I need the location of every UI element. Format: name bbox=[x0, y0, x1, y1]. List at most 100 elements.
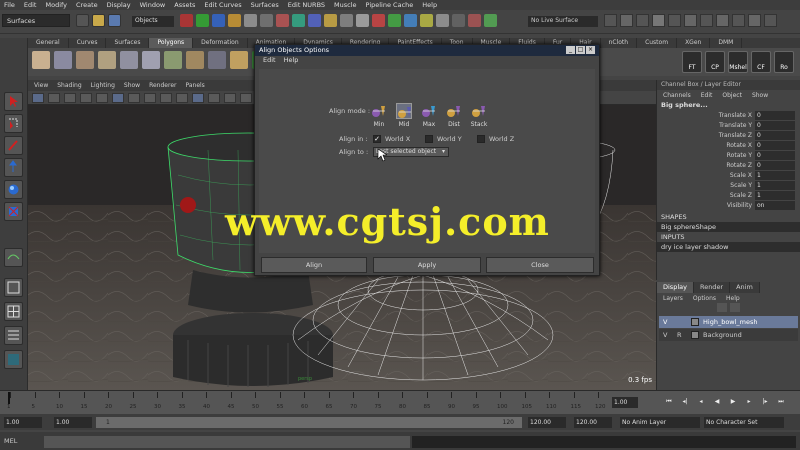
playback-end-field[interactable]: 120.00 bbox=[528, 417, 566, 428]
shelf-custom-ft-icon[interactable]: FT bbox=[682, 51, 702, 73]
viewport-tool-icon[interactable] bbox=[80, 93, 92, 103]
menu-create[interactable]: Create bbox=[76, 1, 98, 9]
viewport-tool-icon[interactable] bbox=[64, 93, 76, 103]
align-stack-icon[interactable] bbox=[471, 103, 487, 119]
align-mid-icon[interactable] bbox=[396, 103, 412, 119]
channel-row[interactable]: Rotate Y0 bbox=[657, 150, 800, 160]
shelf-tab-general[interactable]: General bbox=[28, 38, 69, 48]
viewport-tool-icon[interactable] bbox=[48, 93, 60, 103]
menu-display[interactable]: Display bbox=[107, 1, 131, 9]
channel-value[interactable]: 0 bbox=[755, 120, 795, 130]
axis-checkbox-world-y[interactable] bbox=[425, 135, 433, 143]
channel-value[interactable]: on bbox=[755, 200, 795, 210]
channel-row[interactable]: Rotate Z0 bbox=[657, 160, 800, 170]
select-tool-icon[interactable] bbox=[4, 92, 23, 111]
shelf-poly-tool-icon[interactable] bbox=[142, 51, 160, 69]
current-time-marker[interactable] bbox=[8, 392, 10, 404]
viewport-menu-view[interactable]: View bbox=[34, 82, 48, 89]
align-max-icon[interactable] bbox=[421, 103, 437, 119]
dialog-menu-help[interactable]: Help bbox=[284, 56, 299, 66]
channel-menu-object[interactable]: Object bbox=[722, 92, 742, 99]
rotate-tool-icon[interactable] bbox=[4, 180, 23, 199]
playback-button-icon[interactable]: ◂ bbox=[694, 396, 708, 407]
viewport-tool-icon[interactable] bbox=[160, 93, 172, 103]
layer-tab-render[interactable]: Render bbox=[693, 282, 731, 293]
status-tool-icon[interactable] bbox=[324, 14, 337, 27]
playback-button-icon[interactable]: ◂| bbox=[678, 396, 692, 407]
current-frame-field[interactable]: 1.00 bbox=[612, 397, 638, 408]
command-language-label[interactable]: MEL bbox=[4, 437, 17, 445]
channel-value[interactable]: 1 bbox=[755, 180, 795, 190]
viewport-tool-icon[interactable] bbox=[96, 93, 108, 103]
close-button[interactable]: Close bbox=[486, 257, 594, 273]
menu-pipeline-cache[interactable]: Pipeline Cache bbox=[366, 1, 414, 9]
status-tool-icon[interactable] bbox=[452, 14, 465, 27]
shelf-poly-tool-icon[interactable] bbox=[54, 51, 72, 69]
viewport-tool-icon[interactable] bbox=[240, 93, 252, 103]
viewport-tool-icon[interactable] bbox=[144, 93, 156, 103]
layer-type-toggle[interactable]: R bbox=[677, 331, 687, 339]
selection-mask-field[interactable]: Objects bbox=[132, 16, 174, 27]
channel-row[interactable]: Translate Y0 bbox=[657, 120, 800, 130]
layout-single-icon[interactable] bbox=[4, 278, 23, 297]
playback-button-icon[interactable]: ◀ bbox=[710, 396, 724, 407]
playback-button-icon[interactable]: ⏮ bbox=[662, 396, 676, 407]
viewport-menu-renderer[interactable]: Renderer bbox=[149, 82, 176, 89]
menu-file[interactable]: File bbox=[4, 1, 15, 9]
render-tool-icon[interactable] bbox=[652, 14, 665, 27]
layer-row[interactable]: V High_bowl_mesh bbox=[659, 316, 798, 328]
viewport-tool-icon[interactable] bbox=[208, 93, 220, 103]
shelf-tab-polygons[interactable]: Polygons bbox=[149, 38, 194, 48]
layer-visibility-toggle[interactable]: V bbox=[663, 318, 673, 326]
channel-row[interactable]: Scale Y1 bbox=[657, 180, 800, 190]
menu-edit-nurbs[interactable]: Edit NURBS bbox=[288, 1, 325, 9]
align-min-icon[interactable] bbox=[371, 103, 387, 119]
channel-value[interactable]: 0 bbox=[755, 150, 795, 160]
render-tool-icon[interactable] bbox=[604, 14, 617, 27]
align-button[interactable]: Align bbox=[261, 257, 367, 273]
show-manipulator-icon[interactable] bbox=[4, 248, 23, 267]
channel-menu-channels[interactable]: Channels bbox=[663, 92, 691, 99]
playback-button-icon[interactable]: ▶ bbox=[726, 396, 740, 407]
shelf-tab-ncloth[interactable]: nCloth bbox=[601, 38, 638, 48]
save-scene-icon[interactable] bbox=[108, 14, 121, 27]
menu-edit-curves[interactable]: Edit Curves bbox=[204, 1, 241, 9]
menu-window[interactable]: Window bbox=[140, 1, 166, 9]
status-tool-icon[interactable] bbox=[484, 14, 497, 27]
status-tool-icon[interactable] bbox=[228, 14, 241, 27]
render-tool-icon[interactable] bbox=[700, 14, 713, 27]
shelf-poly-tool-icon[interactable] bbox=[230, 51, 248, 69]
status-tool-icon[interactable] bbox=[180, 14, 193, 27]
status-tool-icon[interactable] bbox=[372, 14, 385, 27]
channel-row[interactable]: Scale X1 bbox=[657, 170, 800, 180]
playback-button-icon[interactable]: |▸ bbox=[758, 396, 772, 407]
apply-button[interactable]: Apply bbox=[373, 257, 481, 273]
live-surface-field[interactable]: No Live Surface bbox=[528, 16, 598, 27]
shelf-tab-xgen[interactable]: XGen bbox=[677, 38, 711, 48]
character-set-field[interactable]: No Character Set bbox=[704, 417, 784, 428]
shelf-poly-tool-icon[interactable] bbox=[98, 51, 116, 69]
lasso-tool-icon[interactable] bbox=[4, 114, 23, 133]
new-layer-icon[interactable] bbox=[717, 303, 727, 312]
viewport-menu-lighting[interactable]: Lighting bbox=[91, 82, 115, 89]
shelf-poly-tool-icon[interactable] bbox=[76, 51, 94, 69]
render-tool-icon[interactable] bbox=[668, 14, 681, 27]
axis-checkbox-world-x[interactable]: ✓ bbox=[373, 135, 381, 143]
channel-value[interactable]: 1 bbox=[755, 170, 795, 180]
status-tool-icon[interactable] bbox=[260, 14, 273, 27]
channel-value[interactable]: 1 bbox=[755, 190, 795, 200]
layer-menu-help[interactable]: Help bbox=[726, 295, 740, 302]
menu-assets[interactable]: Assets bbox=[174, 1, 195, 9]
playback-button-icon[interactable]: ⏭ bbox=[774, 396, 788, 407]
status-tool-icon[interactable] bbox=[244, 14, 257, 27]
align-dist-icon[interactable] bbox=[446, 103, 462, 119]
minimize-icon[interactable]: _ bbox=[566, 46, 575, 54]
viewport-menu-shading[interactable]: Shading bbox=[57, 82, 81, 89]
paint-select-icon[interactable] bbox=[4, 136, 23, 155]
status-tool-icon[interactable] bbox=[292, 14, 305, 27]
shelf-poly-tool-icon[interactable] bbox=[120, 51, 138, 69]
viewport-tool-icon[interactable] bbox=[128, 93, 140, 103]
viewport-menu-panels[interactable]: Panels bbox=[185, 82, 204, 89]
status-tool-icon[interactable] bbox=[436, 14, 449, 27]
shelf-poly-tool-icon[interactable] bbox=[32, 51, 50, 69]
